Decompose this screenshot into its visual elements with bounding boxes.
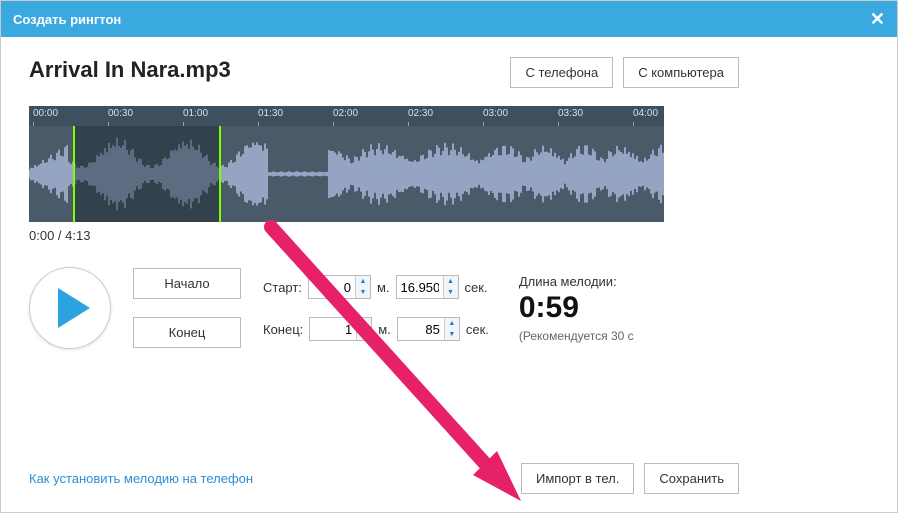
footer: Как установить мелодию на телефон Импорт… <box>29 463 869 494</box>
help-link[interactable]: Как установить мелодию на телефон <box>29 471 259 486</box>
play-icon <box>58 288 90 328</box>
tick-label: 02:00 <box>333 108 358 119</box>
end-sec-input[interactable]: ▲▼ <box>397 317 460 341</box>
length-label: Длина мелодии: <box>519 274 647 289</box>
spin-down-icon[interactable]: ▼ <box>444 287 458 298</box>
from-computer-button[interactable]: С компьютера <box>623 57 739 88</box>
tick-label: 03:00 <box>483 108 508 119</box>
sec-unit: сек. <box>465 280 488 295</box>
spin-down-icon[interactable]: ▼ <box>357 329 371 340</box>
ringtone-window: Создать рингтон ✕ Arrival In Nara.mp3 С … <box>0 0 898 513</box>
start-min-input[interactable]: ▲▼ <box>308 275 371 299</box>
window-title: Создать рингтон <box>13 12 121 27</box>
header-row: Arrival In Nara.mp3 С телефона С компьют… <box>29 57 869 88</box>
tick-label: 01:30 <box>258 108 283 119</box>
start-sec-field[interactable] <box>397 276 443 298</box>
tick-label: 02:30 <box>408 108 433 119</box>
length-box: Длина мелодии: 0:59 (Рекомендуется 30 с <box>519 274 647 343</box>
save-button[interactable]: Сохранить <box>644 463 739 494</box>
content-area: Arrival In Nara.mp3 С телефона С компьют… <box>1 37 897 512</box>
from-phone-button[interactable]: С телефона <box>510 57 613 88</box>
tick-label: 00:00 <box>33 108 58 119</box>
waveform[interactable] <box>29 126 664 222</box>
spin-up-icon[interactable]: ▲ <box>357 318 371 329</box>
file-name: Arrival In Nara.mp3 <box>29 57 231 83</box>
min-unit: м. <box>378 322 391 337</box>
close-icon[interactable]: ✕ <box>870 10 885 28</box>
start-min-field[interactable] <box>309 276 355 298</box>
tick-label: 03:30 <box>558 108 583 119</box>
end-sec-field[interactable] <box>398 318 444 340</box>
mark-start-button[interactable]: Начало <box>133 268 241 299</box>
spin-up-icon[interactable]: ▲ <box>445 318 459 329</box>
end-min-input[interactable]: ▲▼ <box>309 317 372 341</box>
titlebar: Создать рингтон ✕ <box>1 1 897 37</box>
mark-end-button[interactable]: Конец <box>133 317 241 348</box>
controls-row: Начало Конец Старт: ▲▼ м. ▲▼ сек. <box>29 267 869 349</box>
length-note: (Рекомендуется 30 с <box>519 329 647 343</box>
import-button[interactable]: Импорт в тел. <box>521 463 634 494</box>
spinner: ▲▼ <box>444 318 459 340</box>
start-sec-input[interactable]: ▲▼ <box>396 275 459 299</box>
sec-unit: сек. <box>466 322 489 337</box>
spin-down-icon[interactable]: ▼ <box>445 329 459 340</box>
spin-up-icon[interactable]: ▲ <box>356 276 370 287</box>
time-inputs: Старт: ▲▼ м. ▲▼ сек. Конец: <box>263 275 489 341</box>
selection-range[interactable] <box>73 126 221 222</box>
end-time-row: Конец: ▲▼ м. ▲▼ сек. <box>263 317 489 341</box>
start-time-row: Старт: ▲▼ м. ▲▼ сек. <box>263 275 489 299</box>
tick-label: 01:00 <box>183 108 208 119</box>
spinner: ▲▼ <box>356 318 371 340</box>
play-button[interactable] <box>29 267 111 349</box>
end-min-field[interactable] <box>310 318 356 340</box>
tick-label: 00:30 <box>108 108 133 119</box>
spinner: ▲▼ <box>443 276 458 298</box>
tick-label: 04:00 <box>633 108 658 119</box>
spinner: ▲▼ <box>355 276 370 298</box>
end-label: Конец: <box>263 322 303 337</box>
playback-position: 0:00 / 4:13 <box>29 228 869 243</box>
spin-down-icon[interactable]: ▼ <box>356 287 370 298</box>
spin-up-icon[interactable]: ▲ <box>444 276 458 287</box>
length-value: 0:59 <box>519 291 647 325</box>
selection-buttons: Начало Конец <box>133 268 241 348</box>
timeline[interactable]: 00:00 00:30 01:00 01:30 02:00 02:30 03:0… <box>29 106 664 126</box>
source-buttons: С телефона С компьютера <box>510 57 739 88</box>
start-label: Старт: <box>263 280 302 295</box>
waveform-area: 00:00 00:30 01:00 01:30 02:00 02:30 03:0… <box>29 106 869 243</box>
min-unit: м. <box>377 280 390 295</box>
action-buttons: Импорт в тел. Сохранить <box>521 463 739 494</box>
